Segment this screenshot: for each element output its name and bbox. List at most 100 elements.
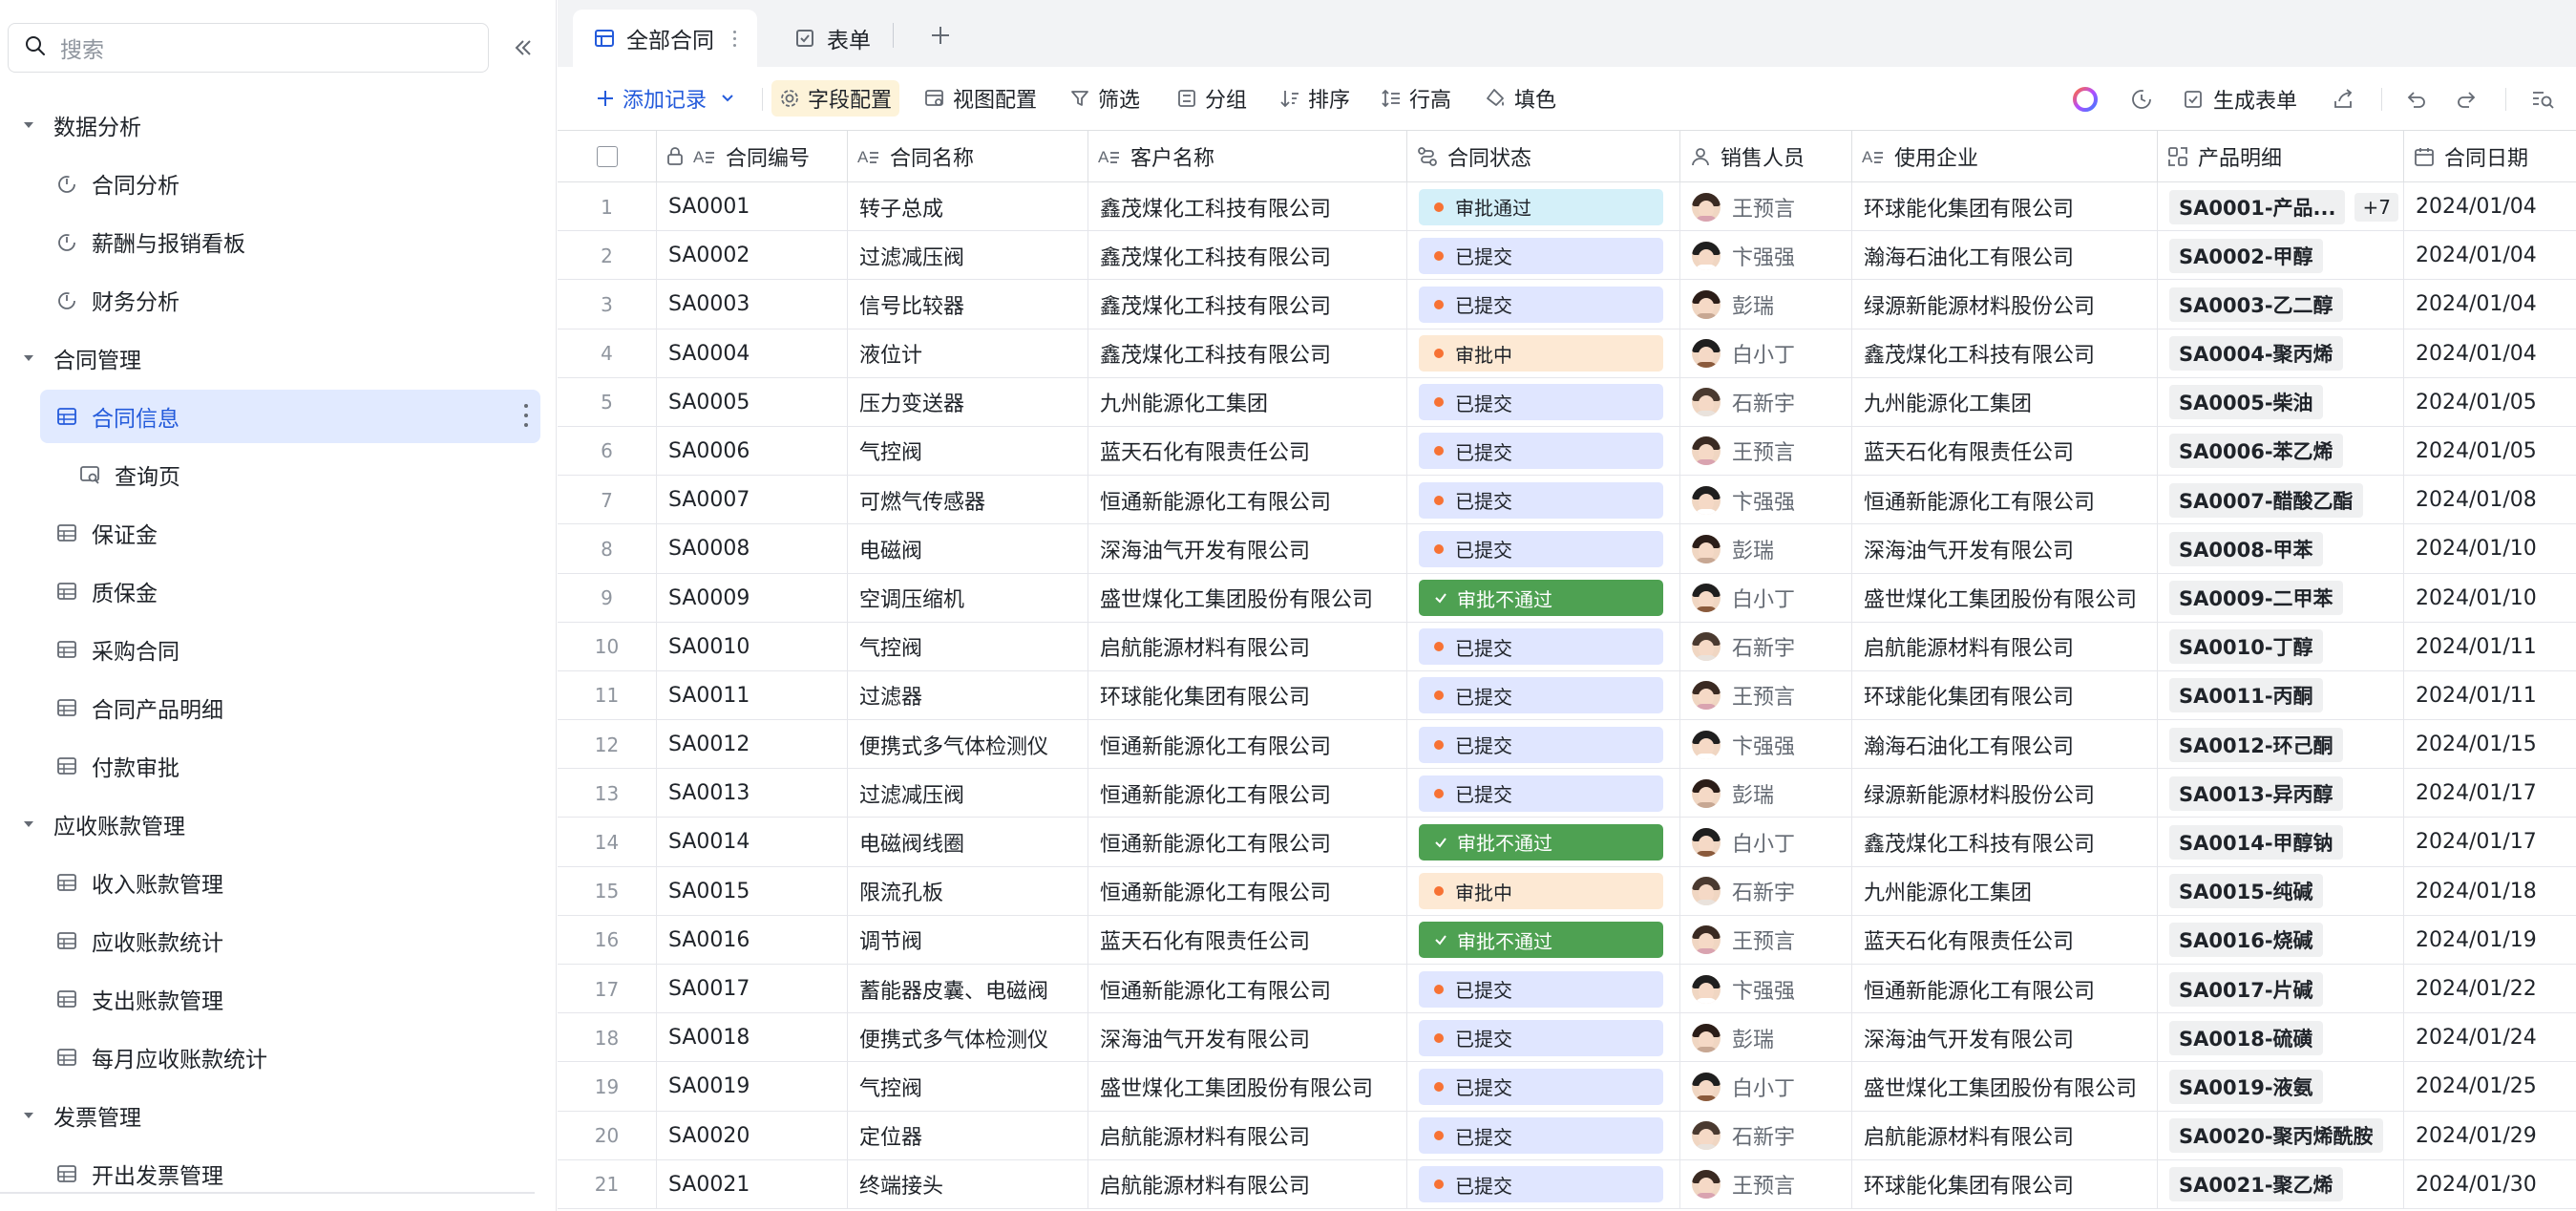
- product-tag[interactable]: SA0007-醋酸乙酯: [2169, 482, 2363, 518]
- sidebar-item[interactable]: 每月应收账款统计: [0, 1028, 557, 1086]
- contract-date-cell[interactable]: 2024/01/25: [2404, 1062, 2576, 1111]
- contract-name-cell[interactable]: 过滤减压阀: [848, 769, 1088, 818]
- redo-button[interactable]: [2456, 84, 2479, 115]
- sidebar-item[interactable]: 付款审批: [0, 736, 557, 795]
- client-name-cell[interactable]: 九州能源化工集团: [1088, 377, 1407, 427]
- client-name-cell[interactable]: 启航能源材料有限公司: [1088, 1159, 1407, 1209]
- salesperson-cell[interactable]: 卞强强: [1680, 476, 1852, 525]
- caret-down-icon[interactable]: [21, 817, 36, 832]
- client-name-cell[interactable]: 恒通新能源化工有限公司: [1088, 866, 1407, 916]
- contract-id-cell[interactable]: SA0011: [657, 670, 848, 720]
- salesperson-cell[interactable]: 王预言: [1680, 915, 1852, 965]
- product-details-cell[interactable]: SA0001-产品... +7: [2158, 182, 2404, 231]
- client-name-cell[interactable]: 深海油气开发有限公司: [1088, 1013, 1407, 1063]
- salesperson-cell[interactable]: 石新宇: [1680, 622, 1852, 671]
- contract-date-cell[interactable]: 2024/01/10: [2404, 574, 2576, 623]
- using-company-cell[interactable]: 盛世煤化工集团股份有限公司: [1852, 573, 2158, 623]
- using-company-cell[interactable]: 瀚海石油化工有限公司: [1852, 720, 2158, 770]
- using-company-cell[interactable]: 九州能源化工集团: [1852, 866, 2158, 916]
- contract-id-cell[interactable]: SA0020: [657, 1111, 848, 1160]
- contract-name-cell[interactable]: 过滤减压阀: [848, 231, 1088, 281]
- tab-all-contracts[interactable]: 全部合同: [573, 10, 757, 67]
- chevron-down-icon[interactable]: [720, 91, 735, 106]
- client-name-cell[interactable]: 环球能化集团有限公司: [1088, 670, 1407, 720]
- sidebar-item[interactable]: 查询页: [0, 445, 557, 503]
- sidebar-item[interactable]: 收入账款管理: [0, 853, 557, 911]
- caret-down-icon[interactable]: [21, 351, 36, 366]
- product-details-cell[interactable]: SA0011-丙酮: [2158, 670, 2404, 720]
- contract-date-cell[interactable]: 2024/01/04: [2404, 329, 2576, 378]
- contract-id-cell[interactable]: SA0014: [657, 818, 848, 867]
- using-company-cell[interactable]: 深海油气开发有限公司: [1852, 1013, 2158, 1063]
- contract-date-cell[interactable]: 2024/01/05: [2404, 427, 2576, 476]
- contract-name-cell[interactable]: 压力变送器: [848, 377, 1088, 427]
- table-row[interactable]: 11 SA0011 过滤器 环球能化集团有限公司 已提交 王预言 环球能化集团有限公司 SA0…: [558, 670, 2576, 721]
- client-name-cell[interactable]: 盛世煤化工集团股份有限公司: [1088, 573, 1407, 623]
- using-company-cell[interactable]: 鑫茂煤化工科技有限公司: [1852, 329, 2158, 378]
- product-tag[interactable]: SA0019-液氨: [2169, 1069, 2323, 1104]
- using-company-cell[interactable]: 绿源新能源材料股份公司: [1852, 280, 2158, 329]
- search-records-button[interactable]: [2530, 84, 2555, 115]
- client-name-cell[interactable]: 恒通新能源化工有限公司: [1088, 476, 1407, 525]
- contract-status-cell[interactable]: 已提交: [1407, 280, 1680, 329]
- product-details-cell[interactable]: SA0019-液氨: [2158, 1062, 2404, 1112]
- client-name-cell[interactable]: 鑫茂煤化工科技有限公司: [1088, 280, 1407, 329]
- sidebar-item[interactable]: 合同信息: [0, 387, 557, 445]
- field-config-button[interactable]: 字段配置: [771, 80, 900, 117]
- using-company-cell[interactable]: 蓝天石化有限责任公司: [1852, 426, 2158, 476]
- salesperson-cell[interactable]: 石新宇: [1680, 1111, 1852, 1160]
- contract-date-cell[interactable]: 2024/01/18: [2404, 867, 2576, 916]
- undo-button[interactable]: [2404, 84, 2427, 115]
- contract-name-cell[interactable]: 液位计: [848, 329, 1088, 378]
- salesperson-cell[interactable]: 彭瑞: [1680, 769, 1852, 818]
- product-tag[interactable]: SA0002-甲醇: [2169, 238, 2323, 273]
- contract-name-cell[interactable]: 电磁阀: [848, 524, 1088, 574]
- product-tag[interactable]: SA0011-丙酮: [2169, 678, 2323, 713]
- contract-date-cell[interactable]: 2024/01/05: [2404, 378, 2576, 427]
- column-header-contract-name[interactable]: A 合同名称: [848, 131, 1088, 182]
- product-details-cell[interactable]: SA0010-丁醇: [2158, 622, 2404, 671]
- table-row[interactable]: 5 SA0005 压力变送器 九州能源化工集团 已提交 石新宇 九州能源化工集团 SA0005…: [558, 377, 2576, 427]
- contract-status-cell[interactable]: 已提交: [1407, 377, 1680, 427]
- contract-date-cell[interactable]: 2024/01/17: [2404, 818, 2576, 866]
- contract-status-cell[interactable]: 已提交: [1407, 720, 1680, 770]
- sidebar-item[interactable]: 支出账款管理: [0, 969, 557, 1028]
- product-tag[interactable]: SA0005-柴油: [2169, 385, 2323, 420]
- sidebar-item[interactable]: 采购合同: [0, 620, 557, 678]
- table-row[interactable]: 17 SA0017 蓄能器皮囊、电磁阀 恒通新能源化工有限公司 已提交 卞强强 恒通新能源化…: [558, 965, 2576, 1014]
- client-name-cell[interactable]: 恒通新能源化工有限公司: [1088, 720, 1407, 770]
- contract-name-cell[interactable]: 气控阀: [848, 622, 1088, 671]
- contract-name-cell[interactable]: 蓄能器皮囊、电磁阀: [848, 965, 1088, 1013]
- product-tag[interactable]: SA0004-聚丙烯: [2169, 336, 2343, 372]
- column-header-product-details[interactable]: 产品明细: [2158, 131, 2404, 182]
- contract-date-cell[interactable]: 2024/01/30: [2404, 1160, 2576, 1209]
- table-row[interactable]: 4 SA0004 液位计 鑫茂煤化工科技有限公司 审批中 白小丁 鑫茂煤化工科技有限公司 SA…: [558, 329, 2576, 378]
- contract-status-cell[interactable]: 已提交: [1407, 965, 1680, 1013]
- contract-date-cell[interactable]: 2024/01/08: [2404, 476, 2576, 524]
- contract-status-cell[interactable]: 已提交: [1407, 231, 1680, 281]
- salesperson-cell[interactable]: 卞强强: [1680, 720, 1852, 770]
- table-row[interactable]: 1 SA0001 转子总成 鑫茂煤化工科技有限公司 审批通过 王预言 环球能化集团有限公司 S…: [558, 182, 2576, 232]
- contract-date-cell[interactable]: 2024/01/29: [2404, 1112, 2576, 1160]
- contract-id-cell[interactable]: SA0015: [657, 866, 848, 916]
- contract-status-cell[interactable]: 审批不通过: [1407, 915, 1680, 965]
- more-options-icon[interactable]: [522, 404, 530, 427]
- contract-id-cell[interactable]: SA0005: [657, 377, 848, 427]
- add-view-button[interactable]: [926, 21, 955, 50]
- select-all-checkbox[interactable]: [596, 146, 618, 167]
- product-details-cell[interactable]: SA0021-聚乙烯: [2158, 1159, 2404, 1209]
- collapse-sidebar-button[interactable]: [508, 32, 538, 63]
- contract-name-cell[interactable]: 空调压缩机: [848, 573, 1088, 623]
- more-products-tag[interactable]: +7: [2354, 192, 2398, 222]
- contract-id-cell[interactable]: SA0001: [657, 182, 848, 231]
- using-company-cell[interactable]: 启航能源材料有限公司: [1852, 622, 2158, 671]
- using-company-cell[interactable]: 蓝天石化有限责任公司: [1852, 915, 2158, 965]
- product-details-cell[interactable]: SA0014-甲醇钠: [2158, 818, 2404, 867]
- filter-button[interactable]: 筛选: [1069, 80, 1140, 117]
- contract-name-cell[interactable]: 气控阀: [848, 1062, 1088, 1112]
- product-details-cell[interactable]: SA0012-环己酮: [2158, 720, 2404, 770]
- column-header-salesperson[interactable]: 销售人员: [1680, 131, 1852, 182]
- contract-id-cell[interactable]: SA0010: [657, 622, 848, 671]
- using-company-cell[interactable]: 瀚海石油化工有限公司: [1852, 231, 2158, 281]
- table-row[interactable]: 14 SA0014 电磁阀线圈 恒通新能源化工有限公司 审批不通过 白小丁 鑫茂煤化工科技有…: [558, 818, 2576, 867]
